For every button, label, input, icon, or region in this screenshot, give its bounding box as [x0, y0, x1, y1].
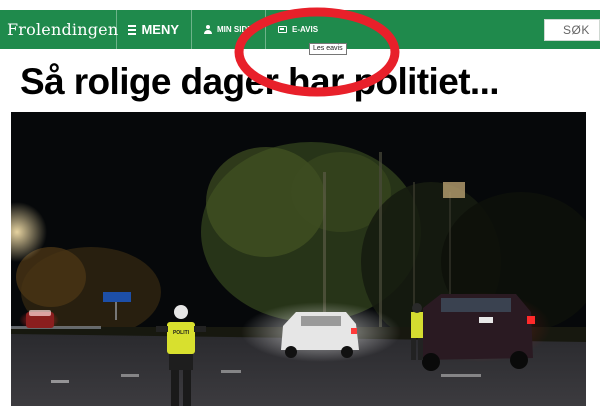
e-avis-tooltip: Les eavis — [309, 43, 347, 55]
road-sign — [103, 292, 131, 302]
article-photo[interactable]: POLITI — [11, 112, 586, 406]
newspaper-icon — [278, 26, 287, 33]
e-avis-label: E-AVIS — [292, 25, 319, 34]
white-car — [241, 302, 401, 362]
search-input[interactable]: SØK — [544, 19, 600, 41]
min-side-label: MIN SIDE — [217, 25, 253, 34]
police-vest-text: POLITI — [173, 330, 190, 336]
menu-button-label: MENY — [141, 22, 179, 37]
site-logo[interactable]: Frolendingen — [0, 10, 118, 49]
menu-icon — [128, 24, 137, 35]
min-side-link[interactable]: MIN SIDE — [192, 10, 266, 49]
menu-button[interactable]: MENY — [117, 10, 192, 49]
person-icon — [204, 25, 212, 34]
top-nav-bar: Frolendingen MENY MIN SIDE E-AVIS — [0, 10, 600, 49]
article-headline[interactable]: Så rolige dager har politiet... — [20, 61, 500, 103]
